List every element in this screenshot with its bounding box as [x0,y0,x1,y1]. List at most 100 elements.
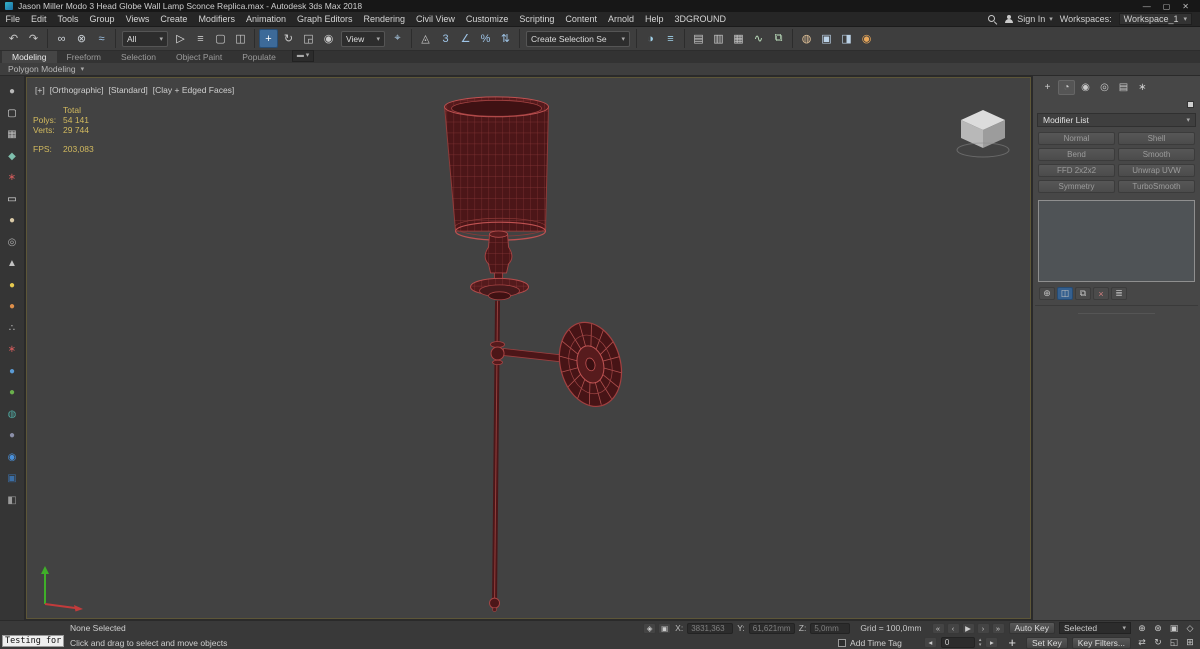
minimize-button[interactable]: — [1143,2,1151,11]
ribbon-minimize-dropdown[interactable]: ▬ ▾ [291,50,315,62]
menu-group[interactable]: Group [84,12,120,27]
grid-tool-icon[interactable]: ▦ [5,127,20,142]
plane-tool-icon[interactable]: ▢ [5,106,20,121]
render-production-icon[interactable]: ◉ [857,29,876,48]
viewport-general-menu[interactable]: [+] [35,85,45,95]
modifier-button-bend[interactable]: Bend [1038,148,1115,161]
select-and-manipulate-icon[interactable]: ◬ [416,29,435,48]
cone-tool-icon[interactable]: ▲ [5,256,20,271]
motion-tab-icon[interactable]: ◎ [1096,80,1113,95]
spinner-snap-icon[interactable]: ⇅ [496,29,515,48]
transform-typein-plus-icon[interactable]: + [1008,636,1016,649]
workspace-dropdown[interactable]: Workspace_1 ▾ [1118,13,1192,25]
create-tab-icon[interactable]: + [1039,80,1056,95]
sphere-blue-icon[interactable]: ● [5,364,20,379]
sphere-green-icon[interactable]: ● [5,385,20,400]
set-key-button[interactable]: Set Key [1025,636,1068,649]
hierarchy-tab-icon[interactable]: ◉ [1077,80,1094,95]
utilities-tab-icon[interactable]: ∗ [1134,80,1151,95]
sun-light-icon[interactable]: ● [5,278,20,293]
layer-explorer-icon[interactable]: ▥ [709,29,728,48]
key-filters-button[interactable]: Key Filters... [1071,636,1131,649]
snaps-toggle-icon[interactable]: 3 [436,29,455,48]
app-icon[interactable] [5,2,13,10]
brush-tool-icon[interactable]: ∗ [5,170,20,185]
select-and-move-icon[interactable]: + [259,29,278,48]
go-to-start-icon[interactable]: « [931,622,945,634]
material-editor-icon[interactable]: ◍ [797,29,816,48]
disc-teal-icon[interactable]: ◍ [5,407,20,422]
auto-key-button[interactable]: Auto Key [1008,622,1055,634]
previous-key-icon[interactable]: ◂ [923,637,937,648]
modify-tab-icon[interactable]: ◔ [1058,80,1075,95]
viewport-pov-menu[interactable]: [Orthographic] [50,85,104,95]
show-end-result-icon[interactable]: ◫ [1057,287,1073,300]
time-tag-icon[interactable] [838,638,847,647]
z-coordinate-field[interactable]: 5,0mm [810,622,851,634]
pin-stack-icon[interactable]: ⊕ [1039,287,1055,300]
menu-customize[interactable]: Customize [460,12,514,27]
modifier-list-dropdown[interactable]: Modifier List ▾ [1037,113,1196,127]
orbit-icon[interactable]: ↻ [1151,637,1165,649]
use-pivot-point-center-icon[interactable]: ⌖ [388,29,407,48]
selection-lock-toggle-icon[interactable]: ▣ [658,622,672,634]
make-unique-icon[interactable]: ⧉ [1075,287,1091,300]
next-frame-icon[interactable]: › [976,622,990,634]
reference-coordinate-system-dropdown[interactable]: View ▾ [341,30,385,47]
isolate-selection-toggle-icon[interactable]: ◈ [643,622,657,634]
panel-tool-icon[interactable]: ▭ [5,192,20,207]
ribbon-tab-modeling[interactable]: Modeling [2,51,57,63]
add-time-tag-label[interactable]: Add Time Tag [850,638,902,648]
menu-file[interactable]: File [0,12,26,27]
mirror-icon[interactable]: ◑ [641,29,660,48]
menu-edit[interactable]: Edit [26,12,53,27]
menu-graph-editors[interactable]: Graph Editors [291,12,358,27]
cube-blue-icon[interactable]: ▣ [5,471,20,486]
select-by-name-icon[interactable]: ≡ [191,29,210,48]
display-tab-icon[interactable]: ▤ [1115,80,1132,95]
previous-frame-icon[interactable]: ‹ [946,622,960,634]
select-and-place-icon[interactable]: ◉ [319,29,338,48]
configure-modifier-sets-icon[interactable]: ≣ [1111,287,1127,300]
play-animation-icon[interactable]: ▶ [961,622,975,634]
menu-create[interactable]: Create [155,12,193,27]
angle-snap-icon[interactable]: ∠ [456,29,475,48]
viewcube[interactable] [948,98,1018,162]
menu-content[interactable]: Content [560,12,603,27]
menu-civil-view[interactable]: Civil View [411,12,461,27]
sphere-tan-icon[interactable]: ● [5,213,20,228]
modifier-button-smooth[interactable]: Smooth [1118,148,1195,161]
zoom-icon[interactable]: ⊕ [1135,622,1149,634]
pan-icon[interactable]: ⇄ [1135,637,1149,649]
menu-help[interactable]: Help [639,12,669,27]
menu-views[interactable]: Views [120,12,155,27]
ribbon-tab-freeform[interactable]: Freeform [57,51,111,63]
go-to-end-icon[interactable]: » [991,622,1005,634]
menu-rendering[interactable]: Rendering [358,12,411,27]
undo-icon[interactable]: ↶ [4,29,23,48]
percent-snap-icon[interactable]: % [476,29,495,48]
viewport[interactable]: [+] [Orthographic] [Standard] [Clay + Edged… [26,77,1031,619]
bind-to-space-warp-icon[interactable]: ≈ [92,29,111,48]
field-of-view-icon[interactable]: ◇ [1183,622,1197,634]
rectangular-selection-region-icon[interactable]: ▢ [211,29,230,48]
menu-tools[interactable]: Tools [52,12,84,27]
diamond-tool-icon[interactable]: ◆ [5,149,20,164]
search-icon[interactable] [987,14,997,24]
window-crossing-selection-icon[interactable]: ◫ [231,29,250,48]
globe-blue-icon[interactable]: ◉ [5,450,20,465]
ribbon-tab-object-paint[interactable]: Object Paint [166,51,232,63]
modifier-stack-list[interactable] [1038,200,1195,282]
y-coordinate-field[interactable]: 61,621mm [748,622,795,634]
object-name-field[interactable] [1039,99,1184,109]
x-coordinate-field[interactable]: 3831,363 [687,622,734,634]
zoom-region-icon[interactable]: ◱ [1167,637,1181,649]
render-setup-icon[interactable]: ▣ [817,29,836,48]
select-object-icon[interactable]: ▷ [171,29,190,48]
named-selection-sets-dropdown[interactable]: Create Selection Se ▾ [526,30,630,47]
maxscript-mini-listener[interactable]: Testing for [2,635,64,647]
modifier-button-ffd-2x2x2[interactable]: FFD 2x2x2 [1038,164,1115,177]
menu-arnold[interactable]: Arnold [602,12,639,27]
zoom-extents-icon[interactable]: ▣ [1167,622,1181,634]
viewport-standard-menu[interactable]: [Standard] [109,85,148,95]
